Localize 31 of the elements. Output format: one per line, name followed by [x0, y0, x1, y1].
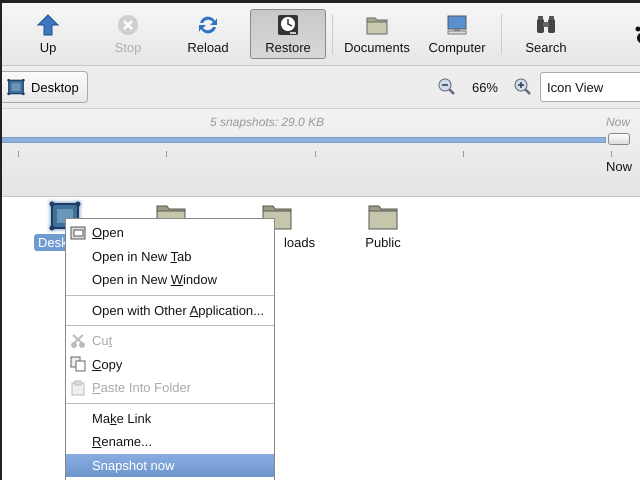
- toolbar-button[interactable]: Computer: [419, 9, 495, 59]
- file-label[interactable]: Public: [361, 234, 405, 251]
- paste-icon: [70, 380, 86, 396]
- menu-item[interactable]: Copy: [66, 352, 274, 376]
- menu-item[interactable]: Open with Other Application...: [66, 298, 274, 322]
- toolbar-button[interactable]: Documents: [339, 9, 415, 59]
- clock-icon: [276, 13, 300, 37]
- computer-icon: [445, 13, 469, 37]
- toolbar-button[interactable]: Up: [10, 9, 86, 59]
- toolbar-button[interactable]: Reload: [170, 9, 246, 59]
- window-icon: [70, 224, 86, 241]
- slider-thumb[interactable]: [608, 133, 630, 145]
- timeline-end-label: Now: [606, 115, 630, 129]
- zoom-level: 66%: [472, 80, 498, 94]
- view-dropdown[interactable]: Icon View: [540, 72, 640, 102]
- stop-icon: [116, 13, 140, 37]
- zoom-out-icon[interactable]: [438, 78, 456, 96]
- menu-item[interactable]: Rename...: [66, 430, 274, 454]
- up-arrow-icon: [36, 13, 60, 37]
- scissors-icon: [70, 332, 86, 349]
- menu-item[interactable]: Make Link: [66, 406, 274, 430]
- toolbar-button[interactable]: Restore: [250, 9, 326, 59]
- location-button[interactable]: Desktop: [2, 71, 88, 103]
- desktop-icon: [7, 78, 25, 96]
- thumb-label: Now: [606, 159, 632, 174]
- snapshot-summary: 5 snapshots: 29.0 KB: [210, 115, 324, 129]
- zoom-in-icon[interactable]: [514, 78, 532, 96]
- file-label[interactable]: loads: [280, 234, 320, 251]
- menu-item[interactable]: Open in New Window: [66, 268, 274, 292]
- copy-icon: [70, 356, 86, 372]
- toolbar-button[interactable]: Search: [508, 9, 584, 59]
